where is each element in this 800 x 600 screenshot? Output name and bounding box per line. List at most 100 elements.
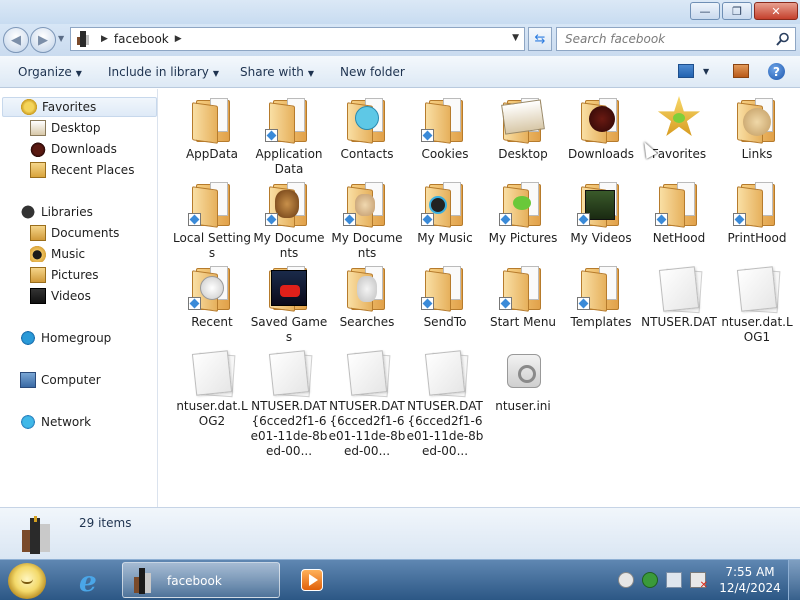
- blank-file-icon: [733, 264, 781, 314]
- taskbar-internet-explorer[interactable]: e: [70, 562, 112, 598]
- preview-pane-icon[interactable]: [733, 64, 749, 78]
- refresh-button[interactable]: ⇆: [528, 27, 552, 51]
- search-icon[interactable]: [776, 32, 790, 46]
- file-item[interactable]: Contacts: [328, 96, 406, 162]
- file-item[interactable]: Recent: [173, 264, 251, 330]
- recent-pages-dropdown[interactable]: ▼: [58, 34, 64, 43]
- shortcut-arrow-icon: [188, 213, 201, 226]
- file-item[interactable]: Start Menu: [484, 264, 562, 330]
- file-name: Recent: [191, 315, 233, 329]
- nav-libraries[interactable]: Libraries: [20, 202, 93, 222]
- tray-volume-muted-icon[interactable]: [690, 572, 708, 591]
- file-item[interactable]: Desktop: [484, 96, 562, 162]
- file-name: NTUSER.DAT{6cced2f1-6e01-11de-8bed-00...: [328, 399, 406, 458]
- nav-pictures[interactable]: Pictures: [30, 265, 99, 285]
- file-item[interactable]: My Videos: [562, 180, 640, 246]
- nav-recent-places-label: Recent Places: [51, 163, 135, 177]
- nav-videos[interactable]: Videos: [30, 286, 91, 306]
- nav-music-label: Music: [51, 247, 86, 261]
- back-button[interactable]: ◀: [3, 27, 29, 53]
- file-item[interactable]: Application Data: [250, 96, 328, 177]
- file-name: Downloads: [568, 147, 634, 161]
- nav-downloads[interactable]: Downloads: [30, 139, 117, 159]
- address-dropdown-icon[interactable]: ▼: [512, 33, 519, 43]
- blank-file-icon: [343, 348, 391, 398]
- shortcut-arrow-icon: [499, 213, 512, 226]
- show-desktop-button[interactable]: [788, 560, 800, 600]
- new-folder-button[interactable]: New folder: [340, 65, 405, 79]
- downloads-icon: [30, 141, 46, 157]
- change-view-icon[interactable]: [678, 64, 694, 78]
- nav-desktop[interactable]: Desktop: [30, 118, 101, 138]
- file-name: My Music: [417, 231, 473, 245]
- file-item[interactable]: My Documents: [250, 180, 328, 261]
- search-box[interactable]: [556, 27, 796, 51]
- file-name: ntuser.ini: [495, 399, 551, 413]
- share-with-button[interactable]: Share with ▼: [240, 65, 314, 79]
- search-input[interactable]: [557, 28, 767, 50]
- nav-homegroup[interactable]: Homegroup: [20, 328, 111, 348]
- nav-favorites[interactable]: Favorites: [2, 97, 157, 117]
- nav-music[interactable]: Music: [30, 244, 85, 264]
- tray-network-icon[interactable]: [666, 572, 682, 588]
- file-item[interactable]: Templates: [562, 264, 640, 330]
- view-options-dropdown[interactable]: ▼: [703, 67, 709, 76]
- include-in-library-button[interactable]: Include in library ▼: [108, 65, 219, 79]
- file-item[interactable]: Local Settings: [173, 180, 251, 261]
- window-controls: — ❐ ✕: [690, 2, 798, 20]
- file-item[interactable]: Searches: [328, 264, 406, 330]
- address-bar[interactable]: ▶ facebook ▶ ▼: [70, 27, 525, 51]
- command-bar: Organize ▼ Include in library ▼ Share with…: [0, 56, 800, 88]
- taskbar-media-player[interactable]: [292, 562, 334, 598]
- file-name: Start Menu: [489, 315, 557, 329]
- folder-icon: [343, 96, 391, 144]
- nav-pictures-label: Pictures: [51, 268, 99, 282]
- file-item[interactable]: Links: [718, 96, 796, 162]
- taskbar-explorer-window[interactable]: facebook: [122, 562, 280, 598]
- file-item[interactable]: NTUSER.DAT{6cced2f1-6e01-11de-8bed-00...: [328, 348, 406, 459]
- tray-security-icon[interactable]: [642, 572, 658, 588]
- taskbar: e facebook 7:55 AM 12/4/2024: [0, 559, 800, 600]
- file-name: My Documents: [253, 231, 325, 260]
- file-item[interactable]: My Music: [406, 180, 484, 246]
- file-item[interactable]: Downloads: [562, 96, 640, 162]
- file-item[interactable]: PrintHood: [718, 180, 796, 246]
- folder-icon: [499, 264, 547, 312]
- breadcrumb-separator-icon: ▶: [101, 34, 108, 44]
- organize-button[interactable]: Organize ▼: [18, 65, 82, 79]
- file-name: Application Data: [255, 147, 323, 176]
- nav-network[interactable]: Network: [20, 412, 91, 432]
- help-icon[interactable]: ?: [768, 63, 785, 80]
- clock[interactable]: 7:55 AM 12/4/2024: [718, 564, 782, 596]
- file-item[interactable]: NTUSER.DAT{6cced2f1-6e01-11de-8bed-00...: [250, 348, 328, 459]
- breadcrumb-chevron-icon[interactable]: ▶: [175, 34, 182, 44]
- file-item[interactable]: My Pictures: [484, 180, 562, 246]
- folder-icon: [421, 264, 469, 312]
- close-button[interactable]: ✕: [754, 2, 798, 20]
- file-item[interactable]: ntuser.dat.LOG1: [718, 264, 796, 345]
- file-item[interactable]: Saved Games: [250, 264, 328, 345]
- forward-button[interactable]: ▶: [30, 27, 56, 53]
- file-item[interactable]: AppData: [173, 96, 251, 162]
- folder-icon: [733, 96, 781, 144]
- file-item[interactable]: NetHood: [640, 180, 718, 246]
- nav-computer[interactable]: Computer: [20, 370, 101, 390]
- breadcrumb-facebook[interactable]: facebook: [114, 32, 169, 46]
- tray-notification-icon[interactable]: [618, 572, 634, 588]
- nav-recent-places[interactable]: Recent Places: [30, 160, 134, 180]
- minimize-button[interactable]: —: [690, 2, 720, 20]
- file-item[interactable]: ntuser.dat.LOG2: [173, 348, 251, 429]
- file-item[interactable]: My Documents: [328, 180, 406, 261]
- organize-label: Organize: [18, 65, 72, 79]
- maximize-button[interactable]: ❐: [722, 2, 752, 20]
- file-item[interactable]: NTUSER.DAT{6cced2f1-6e01-11de-8bed-00...: [406, 348, 484, 459]
- file-item[interactable]: Cookies: [406, 96, 484, 162]
- file-item[interactable]: NTUSER.DAT: [640, 264, 718, 330]
- nav-documents[interactable]: Documents: [30, 223, 119, 243]
- folder-icon: [188, 264, 236, 312]
- file-item[interactable]: SendTo: [406, 264, 484, 330]
- file-name: My Pictures: [488, 231, 558, 245]
- folder-icon: [499, 180, 547, 228]
- start-button[interactable]: [8, 563, 46, 599]
- file-item[interactable]: ntuser.ini: [484, 348, 562, 414]
